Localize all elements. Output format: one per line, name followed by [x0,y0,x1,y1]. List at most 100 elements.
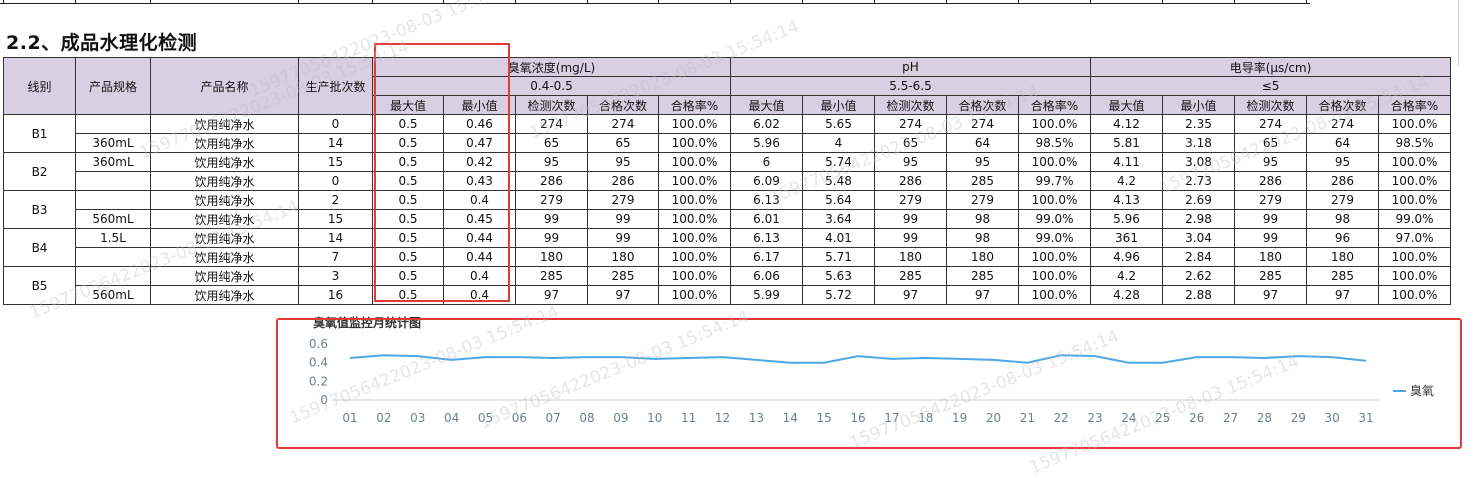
value-cell: 6.02 [730,114,803,134]
value-cell: 100.0% [1378,171,1451,191]
page-divider [1458,0,1459,66]
value-cell: 99 [874,228,947,248]
line-cell: B1 [3,114,76,153]
value-cell: 98 [946,228,1019,248]
value-cell: 180 [1306,247,1379,267]
value-cell: 180 [874,247,947,267]
value-cell: 6.13 [730,228,803,248]
spec-cell [75,247,151,267]
table-row: 饮用纯净水 0 0.5 0.43 286 286 100.0% 6.09 5.48 286 285 9… [4,171,1451,191]
sub-header-cell: 最大值 [730,95,803,115]
x-tick-label: 18 [918,411,933,425]
product-name-cell: 饮用纯净水 [150,209,299,229]
value-cell: 99.0% [1018,209,1091,229]
sub-header-cell: 检测次数 [874,95,947,115]
spec-cell: 1.5L [75,228,151,248]
value-cell: 64 [946,133,1019,153]
batch-count-cell: 16 [298,285,373,305]
x-tick-label: 09 [613,411,628,425]
value-cell: 180 [946,247,1019,267]
value-cell: 286 [874,171,947,191]
series-line-ozone [349,354,1367,364]
batch-count-cell: 7 [298,247,373,267]
product-name-cell: 饮用纯净水 [150,190,299,210]
x-tick-label: 14 [783,411,798,425]
value-cell: 0.45 [443,209,516,229]
value-cell: 5.65 [802,114,875,134]
value-cell: 279 [1234,190,1307,210]
value-cell: 5.72 [802,285,875,305]
value-cell: 96 [1306,228,1379,248]
value-cell: 5.81 [1090,133,1163,153]
value-cell: 285 [946,171,1019,191]
table-row: B1 饮用纯净水 0 0.5 0.46 274 274 100.0% 6.02 5.65 274 27… [3,114,1451,153]
x-tick-label: 17 [884,411,899,425]
value-cell: 0.44 [443,228,516,248]
value-cell: 2.69 [1162,190,1235,210]
value-cell: 95 [946,152,1019,172]
table-row: 560mL 饮用纯净水 15 0.5 0.45 99 99 100.0% 6.01 3.64 99 9… [4,209,1451,229]
sub-header-cell: 检测次数 [1234,95,1307,115]
value-cell: 361 [1090,228,1163,248]
table-row: B2 360mL 饮用纯净水 15 0.5 0.42 95 95 100.0% 6 5.74 95 95… [3,152,1451,191]
batch-count-cell: 0 [298,171,373,191]
x-tick-label: 21 [1020,411,1035,425]
value-cell: 285 [1234,266,1307,286]
header-conductivity: 电导率(μs/cm) [1090,57,1451,77]
value-cell: 97 [515,285,588,305]
value-cell: 4 [802,133,875,153]
value-cell: 65 [874,133,947,153]
x-tick-label: 01 [342,411,357,425]
value-cell: 180 [1234,247,1307,267]
batch-count-cell: 15 [298,152,373,172]
value-cell: 97.0% [1378,228,1451,248]
value-cell: 274 [874,114,947,134]
header-line: 线别 [3,57,76,115]
sub-header-cell: 最小值 [1162,95,1235,115]
value-cell: 286 [587,171,659,191]
value-cell: 100.0% [658,285,731,305]
x-tick-label: 15 [816,411,831,425]
value-cell: 3.64 [802,209,875,229]
value-cell: 180 [515,247,588,267]
value-cell: 2.88 [1162,285,1235,305]
value-cell: 0.4 [443,266,516,286]
value-cell: 64 [1306,133,1379,153]
value-cell: 279 [946,190,1019,210]
value-cell: 98 [1306,209,1379,229]
x-tick-label: 16 [850,411,865,425]
value-cell: 100.0% [658,209,731,229]
value-cell: 100.0% [1378,152,1451,172]
x-tick-label: 12 [715,411,730,425]
value-cell: 285 [587,266,659,286]
value-cell: 0.46 [443,114,516,134]
sub-header-cell: 最大值 [372,95,444,115]
x-tick-label: 06 [512,411,527,425]
value-cell: 100.0% [658,228,731,248]
sub-header-cell: 合格率% [1018,95,1091,115]
water-test-table: 线别 产品规格 产品名称 生产批次数 臭氧浓度(mg/L) pH 电导率(μs/… [3,57,1451,305]
value-cell: 2.84 [1162,247,1235,267]
spec-cell: 560mL [75,285,151,305]
value-cell: 4.96 [1090,247,1163,267]
value-cell: 286 [515,171,588,191]
value-cell: 98 [946,209,1019,229]
value-cell: 99.7% [1018,171,1091,191]
product-name-cell: 饮用纯净水 [150,133,299,153]
value-cell: 0.5 [372,190,444,210]
section-title: 2.2、成品水理化检测 [6,32,198,54]
batch-count-cell: 2 [298,190,373,210]
batch-count-cell: 14 [298,133,373,153]
value-cell: 100.0% [1378,247,1451,267]
value-cell: 274 [515,114,588,134]
value-cell: 5.64 [802,190,875,210]
line-cell: B2 [3,152,76,191]
value-cell: 95 [874,152,947,172]
value-cell: 279 [587,190,659,210]
ozone-monthly-line-chart: 0 0.2 0.4 0.6 01 02 03 04 05 06 07 08 09 10 11 12 13 14 15… [309,337,1434,425]
table-row: B5 饮用纯净水 3 0.5 0.4 285 285 100.0% 6.06 5.63 285 285… [3,266,1451,305]
table-row: 饮用纯净水 7 0.5 0.44 180 180 100.0% 6.17 5.71 180 180 1… [4,247,1451,267]
value-cell: 100.0% [658,190,731,210]
value-cell: 274 [1234,114,1307,134]
x-tick-label: 04 [444,411,459,425]
